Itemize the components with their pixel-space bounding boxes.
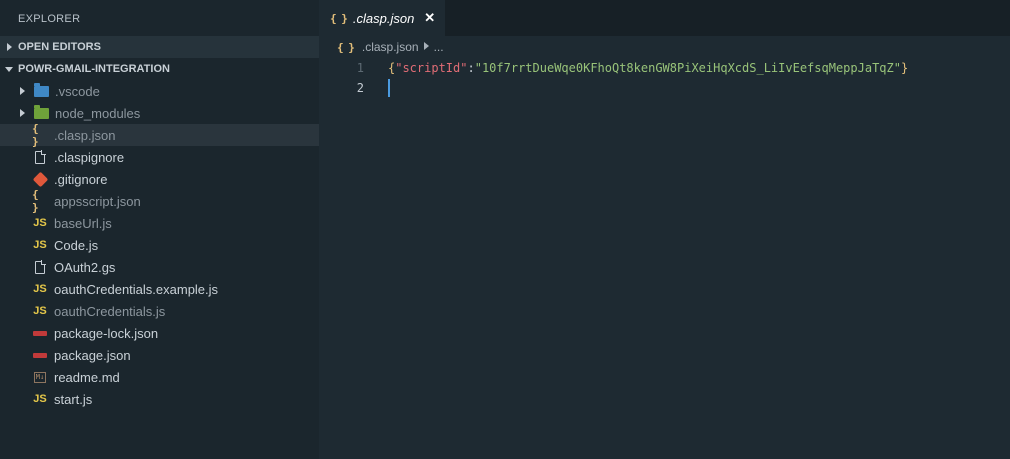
tree-item-oauthcredentials-js[interactable]: JS oauthCredentials.js xyxy=(0,300,319,322)
chevron-right-icon xyxy=(0,43,18,51)
tree-item-oauth2-gs[interactable]: OAuth2.gs xyxy=(0,256,319,278)
js-icon: JS xyxy=(33,239,47,251)
chevron-right-icon xyxy=(423,42,429,52)
file-icon xyxy=(32,259,48,275)
json-string-value: "10f7rrtDueWqe0KFhoQt8kenGW8PiXeiHqXcdS_… xyxy=(474,61,901,75)
code-line: 2 xyxy=(319,78,1010,98)
json-braces-icon: { } xyxy=(337,40,355,54)
json-braces-icon: { } xyxy=(32,122,39,148)
tree-item-label: .vscode xyxy=(55,83,100,99)
js-icon: JS xyxy=(33,217,47,229)
line-number: 2 xyxy=(356,81,364,95)
js-icon: JS xyxy=(33,283,47,295)
open-editors-label: OPEN EDITORS xyxy=(18,41,101,53)
close-icon[interactable]: ✕ xyxy=(424,10,435,26)
tree-item-package-json[interactable]: package.json xyxy=(0,344,319,366)
js-icon: JS xyxy=(33,305,47,317)
tree-item-baseurl-js[interactable]: JS baseUrl.js xyxy=(0,212,319,234)
project-header[interactable]: POWR-GMAIL-INTEGRATION xyxy=(0,58,319,80)
npm-icon xyxy=(32,325,48,341)
text-cursor xyxy=(388,79,390,97)
breadcrumb: { } .clasp.json ... xyxy=(319,36,1010,58)
tree-item-label: baseUrl.js xyxy=(54,215,112,231)
tree-item-readme-md[interactable]: M↓ readme.md xyxy=(0,366,319,388)
json-brace: } xyxy=(900,61,909,75)
tree-item-label: appsscript.json xyxy=(54,193,141,209)
tree-item-label: start.js xyxy=(54,391,93,407)
tree-item-label: .clasp.json xyxy=(54,127,116,143)
markdown-icon: M↓ xyxy=(33,371,47,383)
tree-item-claspignore[interactable]: .claspignore xyxy=(0,146,319,168)
tree-item-label: package-lock.json xyxy=(54,325,159,341)
tree-item-oauthcredentials-example-js[interactable]: JS oauthCredentials.example.js xyxy=(0,278,319,300)
chevron-down-icon xyxy=(0,66,18,72)
folder-vscode-icon xyxy=(33,82,49,99)
tree-item-label: oauthCredentials.js xyxy=(54,303,166,319)
tab-label: .clasp.json xyxy=(352,10,415,26)
tree-item-label: oauthCredentials.example.js xyxy=(54,281,219,297)
json-key: "scriptId" xyxy=(395,61,468,75)
tree-item-node-modules[interactable]: node_modules xyxy=(0,102,319,124)
line-content: {"scriptId":"10f7rrtDueWqe0KFhoQt8kenGW8… xyxy=(388,61,908,75)
tab-clasp-json[interactable]: { } .clasp.json ✕ xyxy=(319,0,445,36)
code-line: 1 {"scriptId":"10f7rrtDueWqe0KFhoQt8kenG… xyxy=(319,58,1010,78)
tree-item-label: node_modules xyxy=(55,105,141,121)
tree-item-clasp-json[interactable]: { } .clasp.json xyxy=(0,122,319,148)
tree-item-vscode[interactable]: .vscode xyxy=(0,80,319,102)
json-braces-icon: { } xyxy=(32,188,39,214)
json-braces-icon: { } xyxy=(330,11,348,25)
chevron-right-icon xyxy=(15,109,29,117)
npm-icon xyxy=(32,347,48,363)
git-icon xyxy=(32,171,48,187)
tree-item-appsscript-json[interactable]: { } appsscript.json xyxy=(0,188,319,214)
file-icon xyxy=(32,149,48,165)
explorer-sidebar: EXPLORER OPEN EDITORS POWR-GMAIL-INTEGRA… xyxy=(0,0,319,459)
tree-item-start-js[interactable]: JS start.js xyxy=(0,388,319,410)
sidebar-title: EXPLORER xyxy=(18,13,81,25)
tree-item-label: OAuth2.gs xyxy=(54,259,116,275)
open-editors-header[interactable]: OPEN EDITORS xyxy=(0,36,319,58)
vscode-window: EXPLORER OPEN EDITORS POWR-GMAIL-INTEGRA… xyxy=(0,0,1010,459)
tree-item-package-lock-json[interactable]: package-lock.json xyxy=(0,322,319,344)
line-number: 1 xyxy=(356,61,364,75)
editor-area: { } .clasp.json ✕ { } .clasp.json ... 1 … xyxy=(319,0,1010,459)
chevron-right-icon xyxy=(15,87,29,95)
tree-item-gitignore[interactable]: .gitignore xyxy=(0,168,319,190)
tab-bar: { } .clasp.json ✕ xyxy=(319,0,1010,36)
project-label: POWR-GMAIL-INTEGRATION xyxy=(18,63,170,75)
tree-item-label: Code.js xyxy=(54,237,99,253)
tree-item-label: .gitignore xyxy=(54,171,108,187)
code-editor[interactable]: 1 {"scriptId":"10f7rrtDueWqe0KFhoQt8kenG… xyxy=(319,58,1010,98)
breadcrumb-more[interactable]: ... xyxy=(434,40,444,54)
tree-item-label: .claspignore xyxy=(54,149,125,165)
json-colon: : xyxy=(467,61,475,75)
tree-item-label: readme.md xyxy=(54,369,120,385)
tree-item-code-js[interactable]: JS Code.js xyxy=(0,234,319,256)
breadcrumb-file[interactable]: .clasp.json xyxy=(362,40,419,54)
js-icon: JS xyxy=(33,393,47,405)
folder-node-icon xyxy=(33,104,49,121)
tree-item-label: package.json xyxy=(54,347,131,363)
